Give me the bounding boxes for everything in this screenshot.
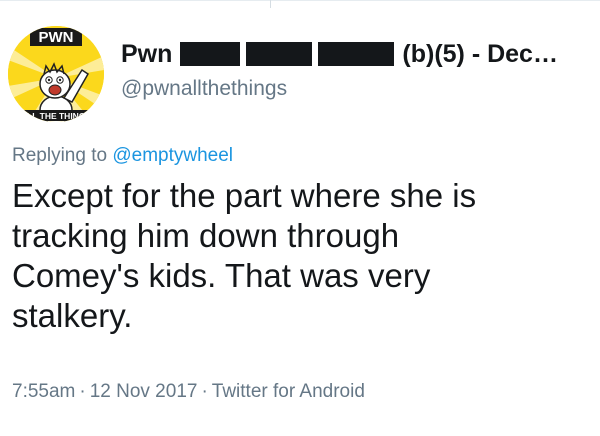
- redaction-bar: [318, 42, 395, 66]
- author-name-suffix[interactable]: (b)(5) - Dec…: [402, 38, 558, 70]
- avatar-image: PWN ALL THE THINGS: [8, 26, 104, 122]
- tweet-line: Comey's kids. That was very: [12, 257, 431, 294]
- meta-separator: ·: [201, 381, 208, 402]
- meta-separator: ·: [79, 381, 86, 402]
- avatar-bottom-text: ALL THE THINGS: [21, 111, 92, 121]
- tweet-date[interactable]: 12 Nov 2017: [90, 381, 198, 402]
- tweet-text: Except for the part where she is trackin…: [12, 176, 587, 336]
- redaction-bar: [180, 42, 241, 66]
- tweet-time[interactable]: 7:55am: [12, 381, 75, 402]
- avatar-top-text: PWN: [39, 29, 74, 46]
- redaction-bar: [246, 42, 313, 66]
- tweet-meta: 7:55am · 12 Nov 2017 · Twitter for Android: [12, 380, 365, 404]
- top-divider: [0, 0, 600, 1]
- thread-connector: [270, 0, 271, 8]
- author-handle[interactable]: @pwnallthethings: [121, 76, 287, 102]
- reply-prefix: Replying to: [12, 145, 108, 166]
- author-display-name[interactable]: Pwn: [121, 38, 172, 70]
- tweet-line: stalkery.: [12, 297, 133, 334]
- tweet-line: Except for the part where she is: [12, 177, 477, 214]
- author-name-row[interactable]: Pwn (b)(5) - Dec…: [121, 38, 591, 70]
- tweet-source[interactable]: Twitter for Android: [212, 381, 365, 402]
- avatar[interactable]: PWN ALL THE THINGS: [8, 26, 104, 122]
- reply-target-link[interactable]: @emptywheel: [112, 145, 233, 166]
- reply-context: Replying to @emptywheel: [12, 144, 233, 168]
- tweet-line: tracking him down through: [12, 217, 400, 254]
